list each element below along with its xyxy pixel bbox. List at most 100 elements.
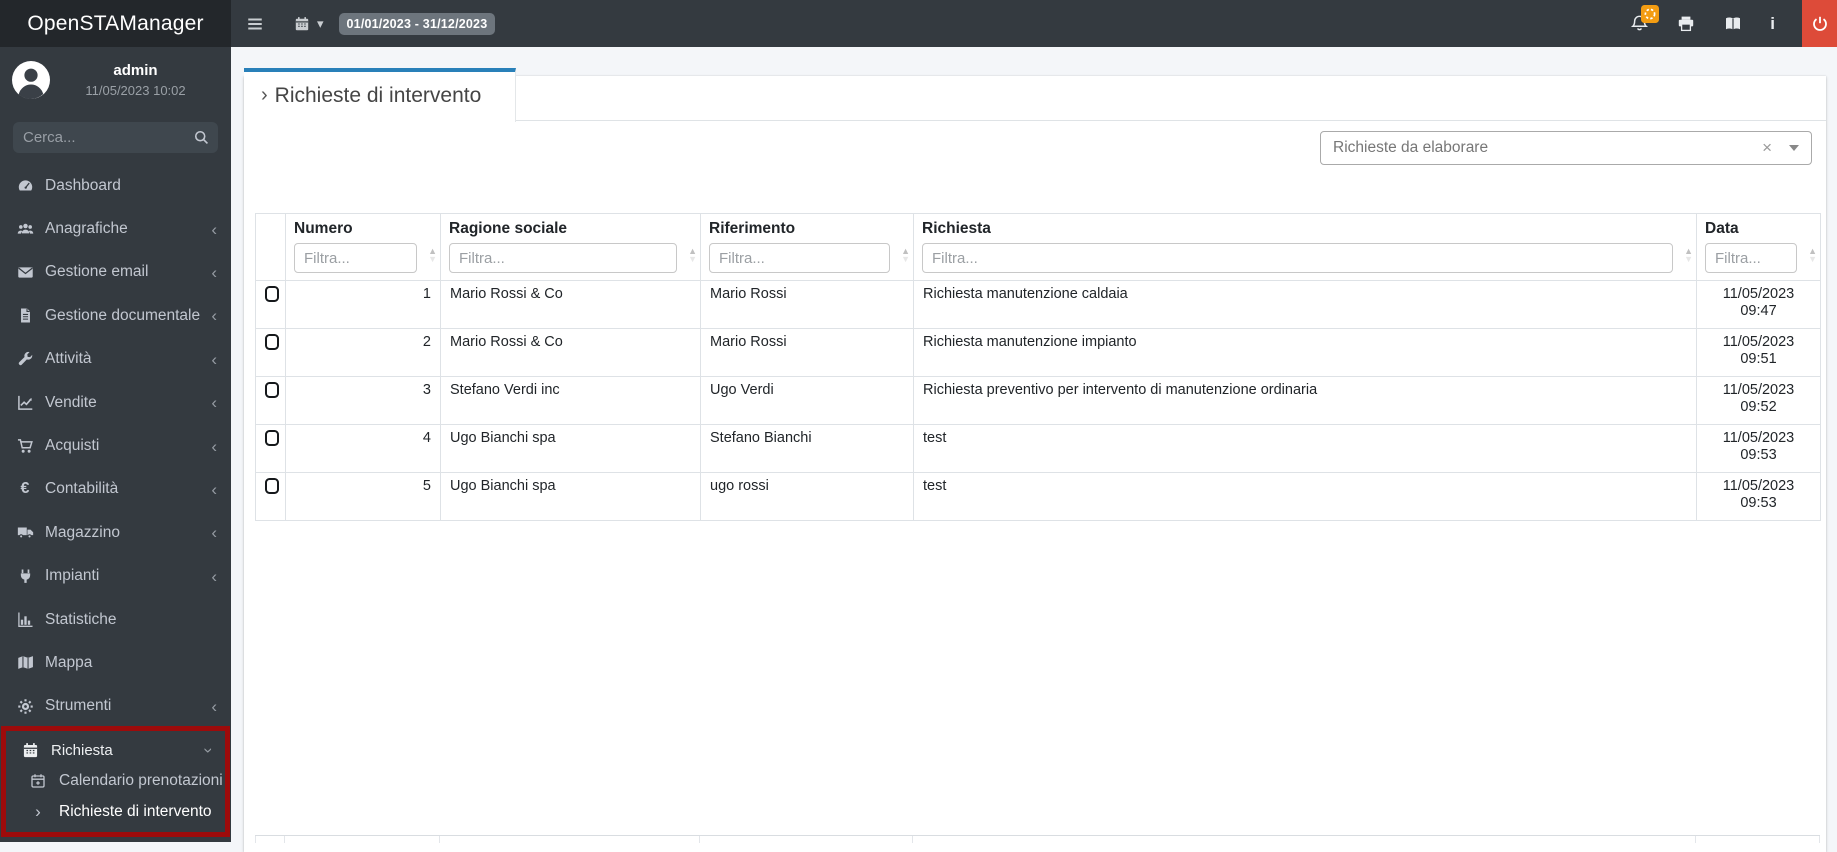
date-range-badge[interactable]: 01/01/2023 - 31/12/2023 bbox=[338, 12, 496, 35]
cell-checkbox bbox=[255, 472, 286, 521]
sort-arrows-icon[interactable]: ▲ ▼ bbox=[1808, 247, 1817, 264]
sidebar-item-strumenti[interactable]: Strumenti ‹ bbox=[0, 685, 231, 728]
print-button[interactable] bbox=[1676, 14, 1696, 34]
info-button[interactable]: i bbox=[1770, 14, 1775, 34]
table-row[interactable]: 2 Mario Rossi & Co Mario Rossi Richiesta ma… bbox=[255, 328, 1821, 377]
column-header-numero[interactable]: Numero ▲▼ bbox=[285, 213, 441, 281]
cell-numero: 3 bbox=[285, 376, 441, 425]
tabs-bar: › Richieste di intervento bbox=[244, 68, 1826, 122]
sidebar-item-gestione-documentale[interactable]: Gestione documentale ‹ bbox=[0, 294, 231, 337]
filter-input-richiesta[interactable] bbox=[922, 243, 1673, 273]
cell-richiesta: test bbox=[913, 472, 1697, 521]
sidebar-item-label: Mappa bbox=[45, 653, 93, 671]
sidebar: admin 11/05/2023 10:02 Dashboard Anagrafi… bbox=[0, 47, 231, 842]
table-row[interactable]: 3 Stefano Verdi inc Ugo Verdi Richiesta pre… bbox=[255, 376, 1821, 425]
close-icon[interactable]: × bbox=[1762, 138, 1772, 158]
table-row[interactable]: 5 Ugo Bianchi spa ugo rossi test 11/05/2023 0… bbox=[255, 472, 1821, 521]
sidebar-item-dashboard[interactable]: Dashboard bbox=[0, 164, 231, 207]
dashboard-icon bbox=[14, 177, 36, 194]
filter-input-riferimento[interactable] bbox=[709, 243, 890, 273]
sidebar-item-calendario-prenotazioni[interactable]: Calendario prenotazioni bbox=[6, 765, 225, 796]
sort-arrows-icon[interactable]: ▲ ▼ bbox=[901, 247, 910, 264]
sort-arrows-icon[interactable]: ▲ ▼ bbox=[1684, 247, 1693, 264]
cell-riferimento: Mario Rossi bbox=[700, 328, 914, 377]
sidebar-search bbox=[13, 122, 218, 153]
cell-richiesta: Richiesta manutenzione impianto bbox=[913, 328, 1697, 377]
table-row[interactable]: 1 Mario Rossi & Co Mario Rossi Richiesta ma… bbox=[255, 280, 1821, 329]
sidebar-item-label: Impianti bbox=[45, 567, 100, 585]
cell-ragione-sociale: Ugo Bianchi spa bbox=[440, 424, 701, 473]
chevron-left-icon: ‹ bbox=[211, 436, 217, 456]
cell-riferimento: ugo rossi bbox=[700, 472, 914, 521]
sidebar-item-label: Gestione documentale bbox=[45, 306, 201, 324]
row-select-checkbox[interactable] bbox=[265, 286, 279, 302]
sidebar-item-statistiche[interactable]: Statistiche bbox=[0, 598, 231, 641]
truck-icon bbox=[14, 524, 36, 541]
sidebar-item-label: Vendite bbox=[45, 393, 97, 411]
search-input[interactable] bbox=[13, 122, 218, 153]
sidebar-item-label: Anagrafiche bbox=[45, 220, 128, 238]
column-header-riferimento[interactable]: Riferimento ▲▼ bbox=[700, 213, 914, 281]
row-select-checkbox[interactable] bbox=[265, 478, 279, 494]
sidebar-item-vendite[interactable]: Vendite ‹ bbox=[0, 381, 231, 424]
date-range-picker[interactable]: ▾ bbox=[292, 14, 324, 34]
euro-icon: € bbox=[20, 480, 30, 498]
cell-numero: 4 bbox=[285, 424, 441, 473]
plug-icon bbox=[14, 568, 36, 585]
navbar-right: i bbox=[1629, 0, 1837, 47]
logout-button[interactable] bbox=[1802, 0, 1837, 47]
cell-checkbox bbox=[255, 280, 286, 329]
calendar-icon bbox=[19, 742, 41, 759]
status-filter-select[interactable]: Richieste da elaborare × bbox=[1320, 131, 1812, 165]
search-icon[interactable] bbox=[193, 129, 210, 146]
sidebar-item-contabilita[interactable]: € Contabilità ‹ bbox=[0, 468, 231, 511]
chevron-left-icon: ‹ bbox=[211, 566, 217, 586]
filter-input-ragione-sociale[interactable] bbox=[449, 243, 677, 273]
brand-logo[interactable]: OpenSTAManager bbox=[0, 0, 231, 47]
filter-input-numero[interactable] bbox=[294, 243, 417, 273]
hamburger-icon[interactable] bbox=[245, 14, 265, 34]
app-root: { "app": { "brand": "OpenSTAManager" }, … bbox=[0, 0, 1837, 852]
manual-button[interactable] bbox=[1723, 14, 1743, 34]
cell-numero: 1 bbox=[285, 280, 441, 329]
print-icon bbox=[1679, 16, 1694, 31]
sidebar-item-magazzino[interactable]: Magazzino ‹ bbox=[0, 511, 231, 554]
chevron-left-icon: ‹ bbox=[211, 306, 217, 326]
caret-down-icon: ▾ bbox=[317, 15, 324, 31]
top-navbar: OpenSTAManager ▾ 01/01/2023 - 31/12/2023… bbox=[0, 0, 1837, 47]
sort-arrows-icon[interactable]: ▲ ▼ bbox=[428, 247, 437, 264]
sidebar-item-richieste-di-intervento[interactable]: › Richieste di intervento bbox=[6, 796, 225, 827]
notifications-button[interactable] bbox=[1629, 4, 1660, 34]
row-select-checkbox[interactable] bbox=[265, 382, 279, 398]
cell-checkbox bbox=[255, 424, 286, 473]
envelope-icon bbox=[14, 264, 36, 281]
cell-numero: 2 bbox=[285, 328, 441, 377]
chevron-left-icon: ‹ bbox=[211, 393, 217, 413]
row-select-checkbox[interactable] bbox=[265, 334, 279, 350]
column-header-data[interactable]: Data ▲▼ bbox=[1696, 213, 1821, 281]
cell-data: 11/05/2023 09:47 bbox=[1696, 280, 1821, 329]
tab-richieste-di-intervento[interactable]: › Richieste di intervento bbox=[244, 68, 516, 122]
sidebar-item-mappa[interactable]: Mappa bbox=[0, 641, 231, 684]
sort-arrows-icon[interactable]: ▲ ▼ bbox=[688, 247, 697, 264]
column-header-richiesta[interactable]: Richiesta ▲▼ bbox=[913, 213, 1697, 281]
column-header-ragione-sociale[interactable]: Ragione sociale ▲▼ bbox=[440, 213, 701, 281]
sidebar-item-richiesta[interactable]: Richiesta › bbox=[6, 735, 225, 765]
sidebar-item-impianti[interactable]: Impianti ‹ bbox=[0, 555, 231, 598]
sidebar-item-anagrafiche[interactable]: Anagrafiche ‹ bbox=[0, 207, 231, 250]
gear-icon bbox=[14, 698, 36, 715]
document-icon bbox=[14, 307, 36, 324]
table-row[interactable]: 4 Ugo Bianchi spa Stefano Bianchi test 11/05… bbox=[255, 424, 1821, 473]
cell-richiesta: test bbox=[913, 424, 1697, 473]
power-icon bbox=[1812, 16, 1827, 31]
sidebar-item-attivita[interactable]: Attività ‹ bbox=[0, 338, 231, 381]
filter-input-data[interactable] bbox=[1705, 243, 1797, 273]
sidebar-item-gestione-email[interactable]: Gestione email ‹ bbox=[0, 251, 231, 294]
row-select-checkbox[interactable] bbox=[265, 430, 279, 446]
chart-line-icon bbox=[14, 394, 36, 411]
sidebar-item-label: Magazzino bbox=[45, 523, 120, 541]
wrench-icon bbox=[14, 351, 36, 368]
cell-numero: 5 bbox=[285, 472, 441, 521]
chevron-right-icon: › bbox=[261, 84, 268, 106]
sidebar-item-acquisti[interactable]: Acquisti ‹ bbox=[0, 424, 231, 467]
